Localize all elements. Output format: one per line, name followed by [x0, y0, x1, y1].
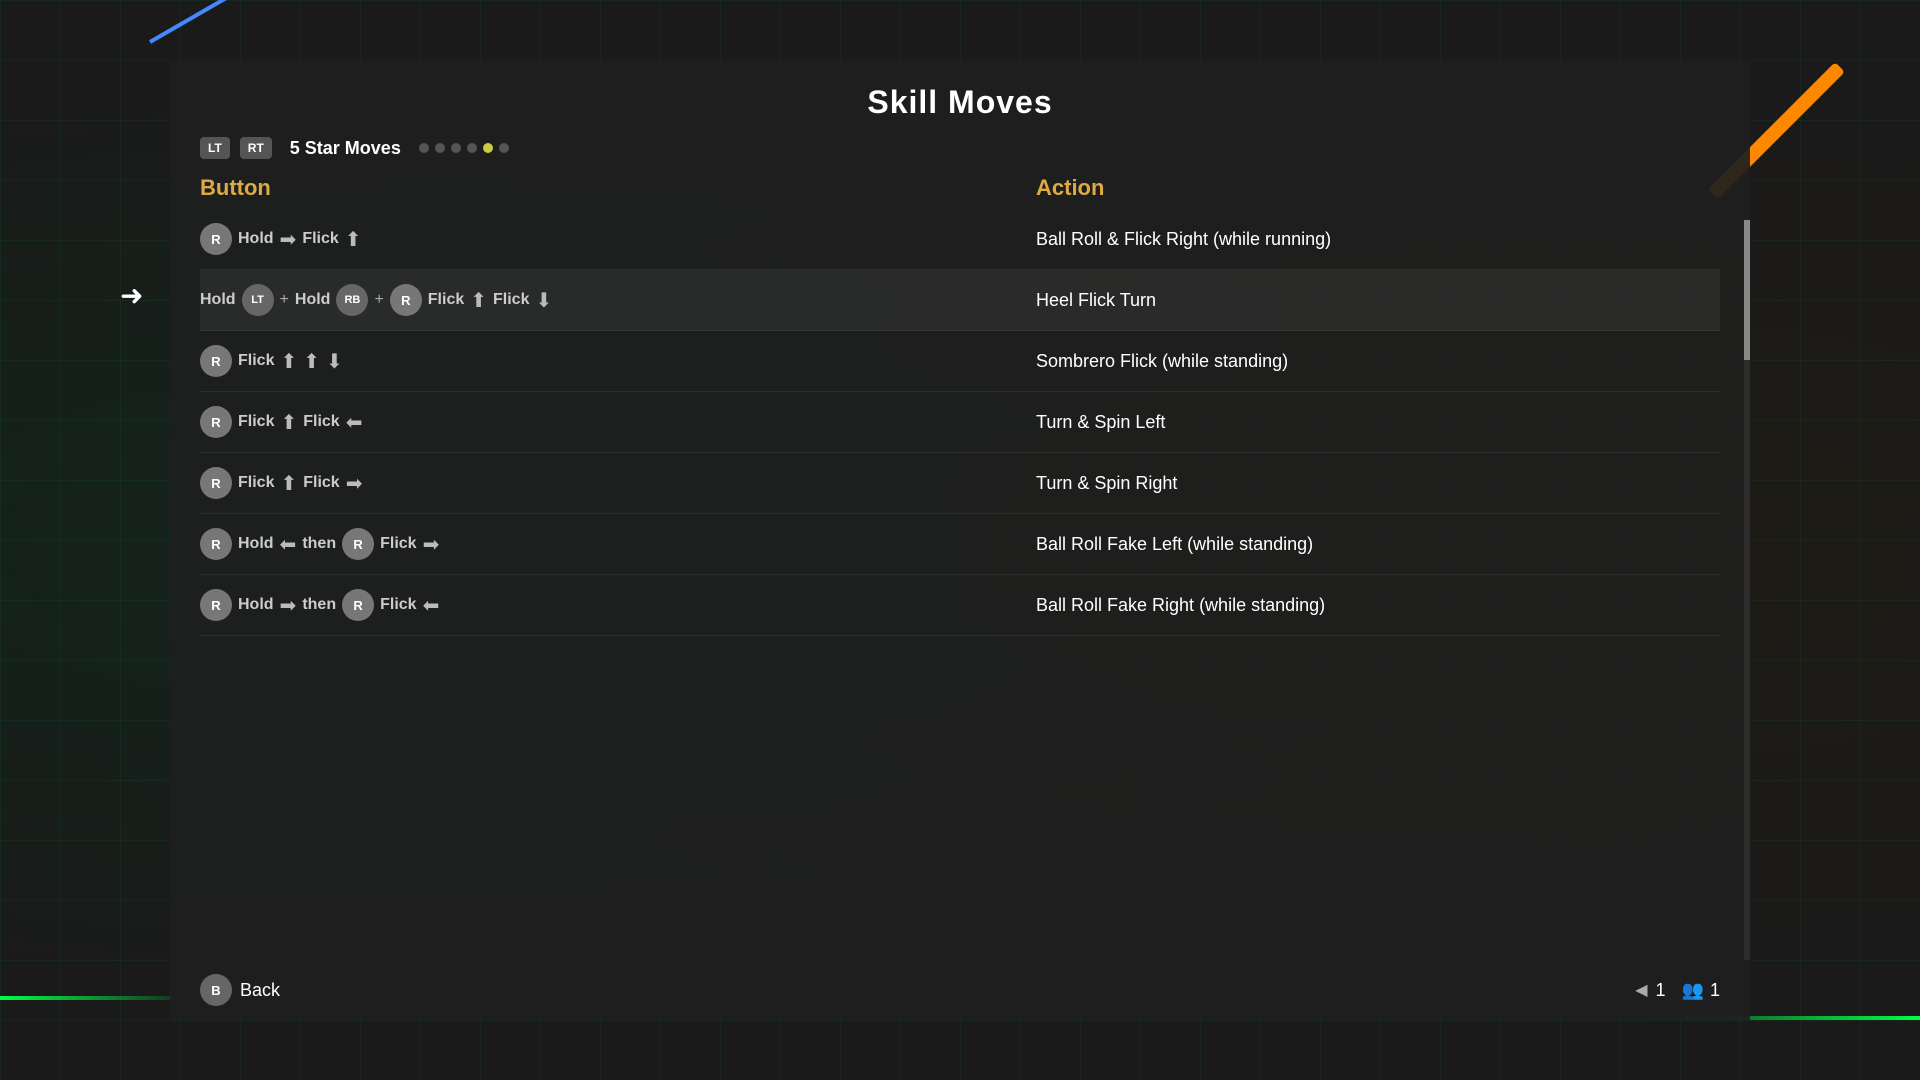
back-label: Back [240, 980, 280, 1001]
move-row[interactable]: R Hold ⬅ then R Flick ➡ Ball Roll Fake L… [200, 514, 1720, 575]
btn-col: R Hold ➡ then R Flick ⬅ [200, 589, 1036, 621]
action-text: Heel Flick Turn [1036, 290, 1720, 311]
move-row[interactable]: R Hold ➡ then R Flick ⬅ Ball Roll Fake R… [200, 575, 1720, 636]
text-hold3: Hold [295, 291, 331, 309]
action-text: Turn & Spin Right [1036, 473, 1720, 494]
btn-col: R Flick ⬆ Flick ➡ [200, 467, 1036, 499]
text-flick2: Flick [428, 291, 464, 309]
players-count: 1 [1710, 980, 1720, 1001]
arrow-up5: ⬆ [280, 410, 297, 435]
text-hold: Hold [238, 230, 274, 248]
arrow-down: ⬇ [535, 288, 552, 313]
text-flick3: Flick [493, 291, 529, 309]
action-text: Ball Roll Fake Right (while standing) [1036, 595, 1720, 616]
dot-1 [419, 143, 429, 153]
r-badge9: R [342, 589, 374, 621]
rb-badge: RB [336, 284, 368, 316]
plus-sign2: + [374, 291, 383, 309]
arrow-left3: ⬅ [423, 593, 440, 618]
action-text: Turn & Spin Left [1036, 412, 1720, 433]
text-hold2: Hold [200, 291, 236, 309]
r-badge: R [200, 223, 232, 255]
dot-6 [499, 143, 509, 153]
r-badge4: R [200, 406, 232, 438]
dot-4 [467, 143, 477, 153]
player-icon: 👥 1 [1682, 980, 1720, 1001]
move-row[interactable]: R Hold ➡ Flick ⬆ Ball Roll & Flick Right… [200, 209, 1720, 270]
btn-col: R Hold ⬅ then R Flick ➡ [200, 528, 1036, 560]
tab-dots [419, 143, 509, 153]
r-badge7: R [342, 528, 374, 560]
scrollbar-track[interactable] [1744, 220, 1750, 960]
move-row[interactable]: R Flick ⬆ Flick ⬅ Turn & Spin Left [200, 392, 1720, 453]
plus-sign1: + [280, 291, 289, 309]
selection-arrow-indicator: ➜ [120, 279, 143, 312]
r-badge3: R [200, 345, 232, 377]
text-flick6: Flick [303, 413, 339, 431]
dot-2 [435, 143, 445, 153]
arrow-right4: ➡ [280, 593, 297, 618]
players-icon: 👥 [1682, 980, 1704, 1001]
action-text: Sombrero Flick (while standing) [1036, 351, 1720, 372]
arrow-right2: ➡ [346, 471, 363, 496]
text-then2: then [302, 596, 336, 614]
tab-rt-button[interactable]: RT [240, 137, 272, 159]
move-row[interactable]: R Flick ⬆ Flick ➡ Turn & Spin Right [200, 453, 1720, 514]
text-flick5: Flick [238, 413, 274, 431]
button-column-header: Button [200, 175, 1036, 201]
dot-5 [483, 143, 493, 153]
dot-3 [451, 143, 461, 153]
btn-col: R Hold ➡ Flick ⬆ [200, 223, 1036, 255]
page-current: 1 [1656, 980, 1666, 1001]
action-column-header: Action [1036, 175, 1720, 201]
tab-bar: LT RT 5 Star Moves [170, 137, 1750, 175]
move-row[interactable]: Hold LT + Hold RB + R Flick ⬆ Flick ⬇ He… [200, 270, 1720, 331]
arrow-right3: ➡ [423, 532, 440, 557]
text-flick8: Flick [303, 474, 339, 492]
arrow-up3: ⬆ [280, 349, 297, 374]
tab-lt-button[interactable]: LT [200, 137, 230, 159]
bottom-right: ◀ 1 👥 1 [1635, 980, 1720, 1001]
action-text: Ball Roll Fake Left (while standing) [1036, 534, 1720, 555]
back-button[interactable]: B Back [200, 974, 280, 1006]
main-panel: Skill Moves LT RT 5 Star Moves Button Ac… [170, 60, 1750, 1020]
lt-badge: LT [242, 284, 274, 316]
action-text: Ball Roll & Flick Right (while running) [1036, 229, 1720, 250]
move-row[interactable]: R Flick ⬆ ⬆ ⬇ Sombrero Flick (while stan… [200, 331, 1720, 392]
r-badge5: R [200, 467, 232, 499]
arrow-left2: ⬅ [280, 532, 297, 557]
moves-list: R Hold ➡ Flick ⬆ Ball Roll & Flick Right… [170, 209, 1750, 636]
text-hold4: Hold [238, 535, 274, 553]
btn-col: Hold LT + Hold RB + R Flick ⬆ Flick ⬇ [200, 284, 1036, 316]
text-flick: Flick [302, 230, 338, 248]
text-then: then [302, 535, 336, 553]
btn-col: R Flick ⬆ ⬆ ⬇ [200, 345, 1036, 377]
arrow-up: ⬆ [345, 227, 362, 252]
tab-title: 5 Star Moves [290, 138, 401, 159]
arrow-up6: ⬆ [280, 471, 297, 496]
text-flick4: Flick [238, 352, 274, 370]
page-title: Skill Moves [170, 60, 1750, 137]
r-badge8: R [200, 589, 232, 621]
text-hold5: Hold [238, 596, 274, 614]
r-badge2: R [390, 284, 422, 316]
bottom-bar: B Back ◀ 1 👥 1 [170, 960, 1750, 1020]
b-badge: B [200, 974, 232, 1006]
nav-arrow-left-icon[interactable]: ◀ [1635, 980, 1647, 1000]
text-flick9: Flick [380, 535, 416, 553]
text-flick10: Flick [380, 596, 416, 614]
arrow-left: ⬅ [346, 410, 363, 435]
columns-header: Button Action [170, 175, 1750, 201]
page-nav: ◀ 1 [1635, 980, 1665, 1001]
btn-col: R Flick ⬆ Flick ⬅ [200, 406, 1036, 438]
arrow-down2: ⬇ [326, 349, 343, 374]
arrow-up4: ⬆ [303, 349, 320, 374]
scrollbar-thumb[interactable] [1744, 220, 1750, 360]
r-badge6: R [200, 528, 232, 560]
arrow-right: ➡ [280, 227, 297, 252]
arrow-up2: ⬆ [470, 288, 487, 313]
text-flick7: Flick [238, 474, 274, 492]
